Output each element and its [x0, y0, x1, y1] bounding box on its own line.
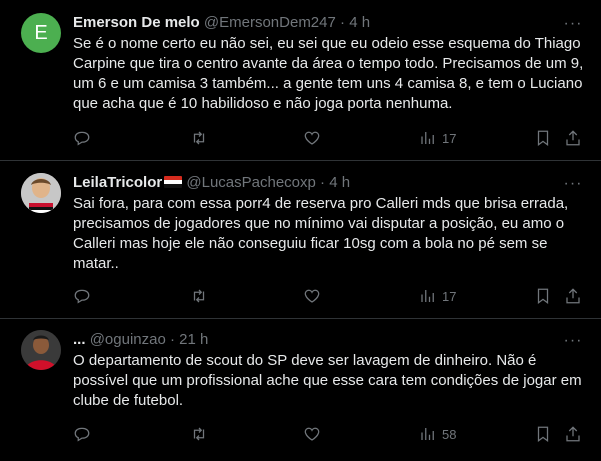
share-icon	[566, 288, 580, 304]
author-handle[interactable]: @LucasPachecoxp	[186, 174, 315, 191]
avatar[interactable]: E	[21, 13, 61, 53]
separator: ·	[340, 14, 346, 31]
retweet-button[interactable]	[190, 286, 208, 306]
avatar[interactable]	[21, 173, 61, 213]
more-icon[interactable]: ···	[563, 332, 583, 354]
more-icon[interactable]: ···	[563, 175, 583, 197]
avatar[interactable]	[21, 330, 61, 370]
author-handle[interactable]: @oguinzao	[90, 331, 166, 348]
reply-button[interactable]	[73, 128, 91, 148]
reply-button[interactable]	[73, 286, 91, 306]
reply-icon	[74, 131, 90, 146]
bookmark-button[interactable]	[534, 424, 552, 444]
more-label: ···	[563, 175, 583, 192]
share-button[interactable]	[564, 424, 582, 444]
like-icon	[304, 289, 320, 303]
retweet-icon	[193, 427, 205, 441]
views-button[interactable]: 58	[419, 424, 456, 444]
retweet-icon	[193, 131, 205, 145]
views-icon	[421, 132, 434, 144]
avatar-image	[21, 330, 61, 370]
bookmark-icon	[537, 130, 549, 147]
avatar-image	[21, 173, 61, 213]
like-button[interactable]	[303, 128, 321, 148]
tweet-time[interactable]: 4 h	[329, 174, 350, 191]
separator: ·	[320, 174, 326, 191]
author-name[interactable]: LeilaTricolor	[73, 174, 162, 191]
tweet-text: Sai fora, para com essa porr4 de reserva…	[73, 195, 569, 272]
separator: ·	[169, 331, 175, 348]
flag-icon	[164, 176, 183, 188]
bookmark-button[interactable]	[534, 128, 552, 148]
share-icon	[566, 130, 580, 146]
views-count: 58	[442, 426, 457, 442]
more-label: ···	[563, 15, 583, 32]
tweet[interactable]: E Emerson De melo @EmersonDem247 · 4 h S…	[0, 0, 601, 161]
tweet[interactable]: LeilaTricolor @LucasPachecoxp · 4 h Sai …	[0, 161, 601, 319]
bookmark-icon	[537, 288, 549, 305]
bookmark-button[interactable]	[534, 286, 552, 306]
views-count: 17	[442, 288, 457, 304]
tweet-text: O departamento de scout do SP deve ser l…	[73, 352, 582, 409]
views-button[interactable]: 17	[419, 128, 456, 148]
more-icon[interactable]: ···	[563, 15, 583, 37]
views-icon	[421, 290, 434, 302]
share-button[interactable]	[564, 286, 582, 306]
like-icon	[304, 427, 320, 441]
views-icon	[421, 428, 434, 440]
author-name[interactable]: Emerson De melo	[73, 14, 200, 31]
author-name[interactable]: ...	[73, 331, 86, 348]
retweet-button[interactable]	[190, 128, 208, 148]
views-button[interactable]: 17	[419, 286, 456, 306]
retweet-icon	[193, 289, 205, 303]
tweet[interactable]: ... @oguinzao · 21 h O departamento de s…	[0, 319, 601, 461]
reply-button[interactable]	[73, 424, 91, 444]
share-button[interactable]	[564, 128, 582, 148]
share-icon	[566, 426, 580, 442]
avatar-letter: E	[34, 22, 48, 44]
reply-icon	[74, 289, 90, 304]
reply-icon	[74, 427, 90, 442]
more-label: ···	[563, 332, 583, 349]
retweet-button[interactable]	[190, 424, 208, 444]
tweet-time[interactable]: 4 h	[349, 14, 370, 31]
tweet-text: Se é o nome certo eu não sei, eu sei que…	[73, 35, 584, 112]
views-count: 17	[442, 130, 457, 146]
like-button[interactable]	[303, 424, 321, 444]
author-handle[interactable]: @EmersonDem247	[204, 14, 336, 31]
like-button[interactable]	[303, 286, 321, 306]
like-icon	[304, 131, 320, 145]
tweet-time[interactable]: 21 h	[179, 331, 208, 348]
bookmark-icon	[537, 426, 549, 443]
